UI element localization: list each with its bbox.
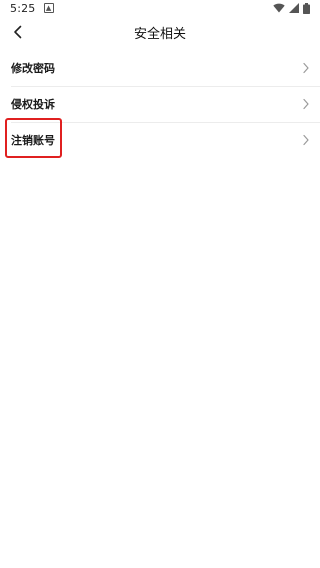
- battery-icon: [303, 2, 310, 14]
- menu-item-label: 侵权投诉: [11, 98, 55, 111]
- signal-icon: [289, 3, 299, 13]
- menu-item-infringement-complaint[interactable]: 侵权投诉: [0, 86, 320, 122]
- chevron-right-icon: [303, 62, 309, 74]
- status-left: 5:25 ▲: [10, 2, 54, 15]
- status-icons: [273, 2, 310, 14]
- status-time: 5:25: [10, 1, 36, 15]
- page-title: 安全相关: [133, 26, 186, 42]
- menu-item-label: 注销账号: [11, 134, 55, 147]
- menu-item-delete-account[interactable]: 注销账号: [0, 122, 320, 158]
- menu-item-label: 修改密码: [11, 62, 55, 75]
- chevron-right-icon: [303, 98, 309, 110]
- back-button[interactable]: [6, 20, 30, 44]
- screen: 5:25 ▲ 安全相关 修改密码 侵权投诉 注销账号: [0, 0, 320, 568]
- chevron-right-icon: [303, 134, 309, 146]
- chevron-left-icon: [14, 25, 22, 39]
- download-notification-icon: ▲: [43, 3, 54, 13]
- wifi-icon: [273, 3, 285, 13]
- security-menu-list: 修改密码 侵权投诉 注销账号: [0, 50, 320, 158]
- status-bar: 5:25 ▲: [0, 0, 320, 16]
- menu-item-change-password[interactable]: 修改密码: [0, 50, 320, 86]
- header: 安全相关: [0, 16, 320, 48]
